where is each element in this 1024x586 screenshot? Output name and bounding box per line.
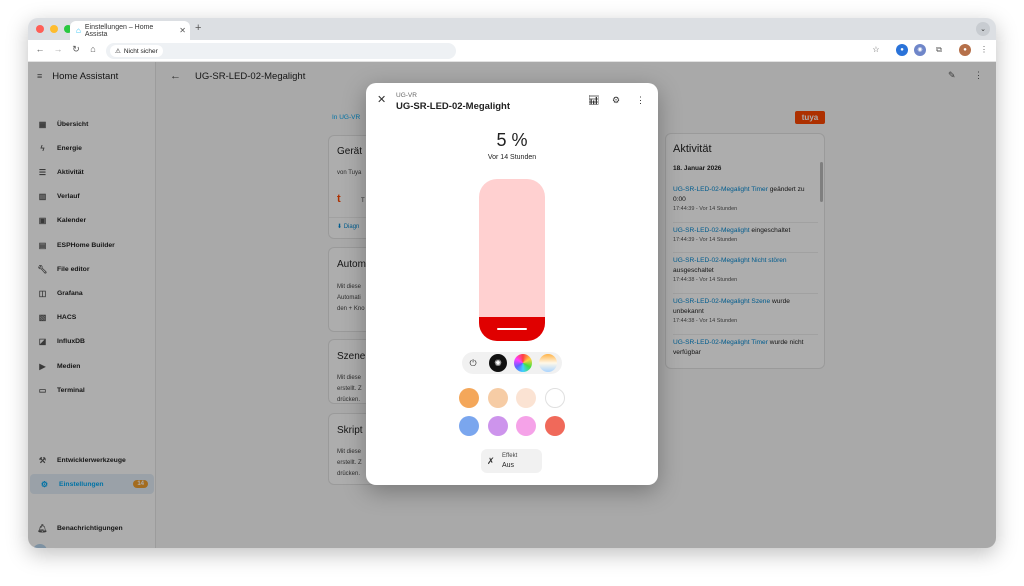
favorite-color-swatch[interactable] — [487, 388, 508, 408]
new-tab-button[interactable]: + — [195, 22, 201, 34]
security-label: Nicht sicher — [123, 47, 158, 55]
close-icon[interactable]: ✕ — [377, 93, 386, 106]
profile-avatar-icon[interactable]: ● — [959, 44, 971, 56]
favorite-color-swatch[interactable] — [516, 416, 536, 436]
forward-arrow-icon[interactable]: → — [52, 44, 64, 54]
power-toggle-icon[interactable]: ⏻ — [464, 354, 482, 372]
favorite-color-swatch[interactable] — [459, 388, 479, 408]
home-assistant-app: ≡ Home Assistant ▦ Übersicht ϟ Energie ☰ Akti… — [28, 62, 996, 548]
favorite-color-swatch[interactable] — [459, 416, 479, 436]
favorite-color-swatch[interactable] — [487, 416, 508, 436]
browser-tab[interactable]: ⌂ Einstellungen – Home Assista ✕ — [70, 21, 190, 40]
dialog-title: UG-SR-LED-02-Megalight — [396, 101, 510, 112]
close-tab-icon[interactable]: ✕ — [179, 26, 186, 35]
security-chip[interactable]: ⚠ Nicht sicher — [110, 45, 163, 57]
reload-icon[interactable]: ↻ — [70, 44, 82, 55]
minimize-window-button[interactable] — [50, 25, 58, 33]
url-field[interactable]: ⚠ Nicht sicher — [106, 43, 456, 59]
favorite-color-swatch[interactable] — [516, 388, 536, 408]
overflow-menu-icon[interactable]: ⋮ — [636, 95, 645, 106]
extension-icon[interactable]: ◉ — [914, 44, 926, 56]
tab-search-icon[interactable]: ⌄ — [976, 22, 990, 36]
browser-window: ⌂ Einstellungen – Home Assista ✕ + ⌄ ← →… — [28, 18, 996, 548]
home-icon[interactable]: ⌂ — [87, 44, 99, 54]
extensions-puzzle-icon[interactable]: ⧉ — [933, 44, 945, 56]
brightness-value: 5 % — [496, 130, 528, 150]
history-chart-icon[interactable]: 📊︎ — [588, 95, 599, 106]
favorite-color-swatch[interactable] — [544, 416, 565, 436]
extension-icon[interactable]: ● — [896, 44, 908, 56]
favorite-color-swatch[interactable] — [544, 388, 565, 408]
effect-selector[interactable]: ✗ Effekt Aus — [481, 449, 542, 473]
window-controls — [36, 25, 72, 33]
dialog-area: UG-VR — [396, 92, 417, 99]
effect-label: Effekt — [502, 453, 518, 459]
color-temperature-icon[interactable] — [539, 354, 557, 372]
magic-wand-off-icon: ✗ — [487, 456, 495, 466]
light-more-info-dialog: ✕ UG-VR UG-SR-LED-02-Megalight 📊︎ ⚙ ⋮ 5 … — [366, 83, 658, 485]
warning-icon: ⚠ — [115, 48, 121, 55]
tab-strip: ⌂ Einstellungen – Home Assista ✕ + ⌄ — [28, 18, 996, 40]
home-assistant-favicon-icon: ⌂ — [76, 26, 81, 35]
mode-selector: ⏻ ✺ — [462, 352, 562, 374]
slider-handle[interactable] — [497, 328, 527, 330]
brightness-mode-icon[interactable]: ✺ — [489, 354, 507, 372]
brightness-slider[interactable] — [479, 179, 545, 341]
tab-title: Einstellungen – Home Assista — [84, 23, 154, 38]
effect-value: Aus — [502, 462, 515, 469]
address-bar: ← → ↻ ⌂ ⚠ Nicht sicher ☆ ● ◉ ⧉ ● ⋮ — [28, 40, 996, 62]
color-wheel-icon[interactable] — [514, 354, 532, 372]
back-arrow-icon[interactable]: ← — [34, 44, 46, 54]
gear-icon[interactable]: ⚙ — [612, 95, 620, 106]
bookmark-star-icon[interactable]: ☆ — [870, 44, 882, 56]
browser-menu-icon[interactable]: ⋮ — [978, 44, 990, 56]
close-window-button[interactable] — [36, 25, 44, 33]
last-changed: Vor 14 Stunden — [487, 154, 537, 161]
